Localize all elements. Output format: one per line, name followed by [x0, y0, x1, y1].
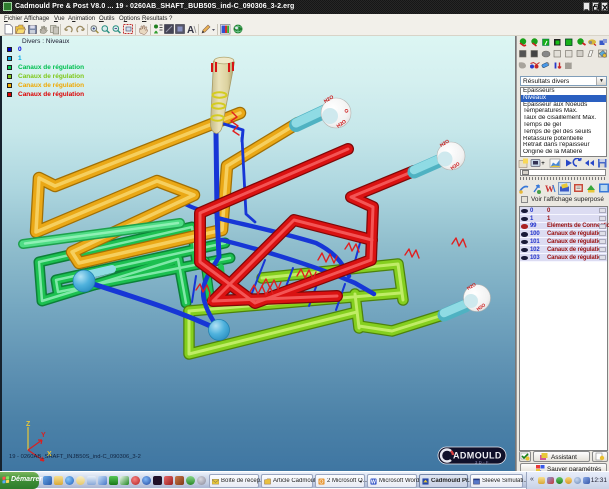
svg-text:Z: Z	[26, 421, 31, 428]
svg-text:O: O	[319, 479, 323, 484]
svg-text:W: W	[371, 479, 376, 484]
svg-text:Y: Y	[41, 432, 46, 439]
svg-text:A: A	[187, 25, 194, 36]
svg-text:3D-F: 3D-F	[475, 460, 490, 465]
